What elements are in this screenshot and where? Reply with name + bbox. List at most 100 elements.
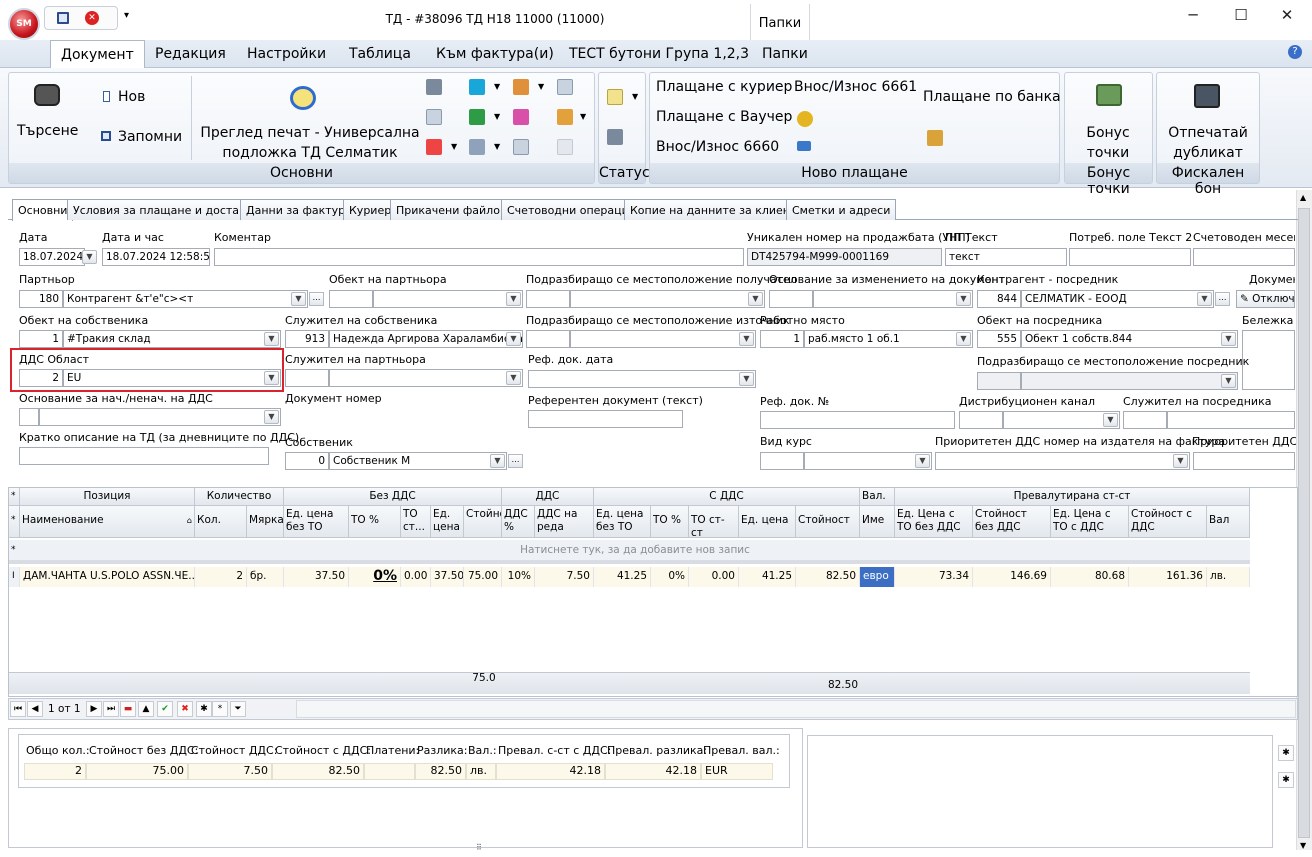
cell-vat-line[interactable]: 7.50 <box>535 567 594 587</box>
grid-corner[interactable]: * <box>9 506 20 538</box>
minimize-button[interactable]: ─ <box>1178 6 1208 26</box>
partner-object-field[interactable] <box>373 290 523 308</box>
reason-dropdown-icon[interactable]: ▼ <box>956 292 971 306</box>
ref-date-dropdown-icon[interactable]: ▼ <box>739 372 754 386</box>
menu-document[interactable]: Документ <box>50 40 145 69</box>
reason-field[interactable] <box>813 290 973 308</box>
partner-employee-dropdown-icon[interactable]: ▼ <box>506 371 521 385</box>
partner-field[interactable]: Контрагент &т'е"с><т <box>63 290 308 308</box>
bank-icon[interactable] <box>927 130 943 146</box>
mark-all-button[interactable]: * <box>212 701 228 717</box>
tab-invoice-data[interactable]: Данни за фактура <box>240 199 358 220</box>
copy-dropdown-icon[interactable]: ▼ <box>494 112 500 121</box>
filter-icon[interactable]: ⏷ <box>230 701 246 717</box>
save-button[interactable]: Запомни <box>118 129 182 145</box>
distribution-code-field[interactable] <box>959 411 1003 429</box>
cell-conv-value-no-vat[interactable]: 146.69 <box>973 567 1051 587</box>
vat-reason-dropdown-icon[interactable]: ▼ <box>264 410 279 424</box>
col-unit[interactable]: Мярка <box>247 506 284 538</box>
ref-date-field[interactable] <box>528 370 756 388</box>
mediator-code-field[interactable]: 844 <box>977 290 1021 308</box>
mediator-object-dropdown-icon[interactable]: ▼ <box>1221 332 1236 346</box>
col-name[interactable]: Наименование ⌂ <box>20 506 195 538</box>
inout-6660-button[interactable]: Внос/Износ 6660 <box>656 139 779 155</box>
cell-discount-amount[interactable]: 0.00 <box>401 567 431 587</box>
workplace-code-field[interactable]: 1 <box>760 330 804 348</box>
last-record-button[interactable]: ⏭ <box>103 701 119 717</box>
notes-panel[interactable] <box>807 735 1273 848</box>
tab-attachments[interactable]: Прикачени файлове <box>390 199 520 220</box>
col-value[interactable]: Стойност <box>464 506 502 538</box>
printer-icon[interactable] <box>426 79 442 95</box>
doc-lines-icon[interactable] <box>557 79 573 95</box>
scroll-thumb[interactable] <box>1298 208 1310 838</box>
partner-employee-code-field[interactable] <box>285 369 329 387</box>
col-discount-pct[interactable]: ТО % <box>349 506 401 538</box>
cell-value[interactable]: 75.00 <box>464 567 502 587</box>
gift-dropdown-icon[interactable]: ▼ <box>580 112 586 121</box>
grid-hscroll[interactable] <box>296 700 1296 718</box>
pack-dropdown-icon[interactable]: ▼ <box>538 82 544 91</box>
sub-loc-recv-dropdown-icon[interactable]: ▼ <box>748 292 763 306</box>
partner-object-dropdown-icon[interactable]: ▼ <box>506 292 521 306</box>
tab-payment-delivery[interactable]: Условия за плащане и доставка <box>67 199 265 220</box>
coins-icon[interactable] <box>797 111 813 127</box>
cell-qty[interactable]: 2 <box>195 567 247 587</box>
short-desc-field[interactable] <box>19 447 269 465</box>
zoom-dropdown-icon[interactable]: ▼ <box>494 142 500 151</box>
col-currency-name[interactable]: Име <box>860 506 895 538</box>
mediator-field[interactable]: СЕЛМАТИК - ЕООД <box>1021 290 1214 308</box>
tab-main[interactable]: Основни <box>12 199 74 221</box>
sub-loc-src-dropdown-icon[interactable]: ▼ <box>739 332 754 346</box>
owner-code-field[interactable]: 0 <box>285 452 329 470</box>
menu-test-buttons[interactable]: ТЕСТ бутони Група 1,2,3 <box>559 40 759 68</box>
next-record-button[interactable]: ▶ <box>86 701 102 717</box>
partner-code-field[interactable]: 180 <box>19 290 63 308</box>
menu-settings[interactable]: Настройки <box>237 40 336 68</box>
mark-button[interactable]: ✱ <box>196 701 212 717</box>
col-discount-pct-vat[interactable]: ТО % <box>651 506 689 538</box>
rate-kind-field[interactable] <box>804 452 932 470</box>
col-unit-price-vat[interactable]: Ед. цена <box>739 506 796 538</box>
cell-conv-unit-no-vat[interactable]: 73.34 <box>895 567 973 587</box>
col-conv-unit-vat[interactable]: Ед. Цена с ТО с ДДС <box>1051 506 1129 538</box>
sub-loc-recv-code-field[interactable] <box>526 290 570 308</box>
col-conv-unit-no-vat[interactable]: Ед. Цена с ТО без ДДС <box>895 506 973 538</box>
partner-dropdown-icon[interactable]: ▼ <box>291 292 306 306</box>
own-object-field[interactable]: #Тракия склад <box>63 330 281 348</box>
up-record-button[interactable]: ▲ <box>138 701 154 717</box>
menu-folders[interactable]: Папки <box>752 40 818 68</box>
own-object-code-field[interactable]: 1 <box>19 330 63 348</box>
pp-text-field[interactable]: текст <box>945 248 1067 266</box>
bottom-splitter-icon[interactable]: ⠿ <box>476 843 482 852</box>
cell-name[interactable]: ДАМ.ЧАНТА U.S.POLO ASSN.ЧЕ... <box>20 567 195 587</box>
help-icon[interactable]: ? <box>1288 45 1302 59</box>
own-object-dropdown-icon[interactable]: ▼ <box>264 332 279 346</box>
reason-code-field[interactable] <box>769 290 813 308</box>
vat-area-field[interactable]: EU <box>63 369 281 387</box>
pay-courier-button[interactable]: Плащане с куриер <box>656 79 792 95</box>
mediator-dropdown-icon[interactable]: ▼ <box>1197 292 1212 306</box>
date-field[interactable]: 18.07.2024 <box>19 248 85 266</box>
new-button[interactable]: Нов <box>118 89 145 105</box>
search-button[interactable]: Търсене <box>17 123 78 139</box>
vat-area-dropdown-icon[interactable]: ▼ <box>264 371 279 385</box>
owner-browse-button[interactable]: … <box>508 454 523 468</box>
tab-accounting-ops[interactable]: Счетоводни операции <box>501 199 642 220</box>
scroll-down-icon[interactable]: ▼ <box>1300 841 1306 850</box>
distribution-dropdown-icon[interactable]: ▼ <box>1103 413 1118 427</box>
menu-edit[interactable]: Редакция <box>145 40 236 68</box>
col-conv-currency[interactable]: Вал <box>1207 506 1250 538</box>
cell-unit[interactable]: бр. <box>247 567 284 587</box>
prev-record-button[interactable]: ◀ <box>27 701 43 717</box>
status2-icon[interactable] <box>607 129 623 145</box>
gift2-icon[interactable] <box>557 109 573 125</box>
col-conv-value-no-vat[interactable]: Стойност без ДДС <box>973 506 1051 538</box>
unlock-button[interactable]: ✎ Отключ <box>1236 290 1295 308</box>
delete-record-button[interactable]: ▬ <box>120 701 136 717</box>
cell-discount-pct[interactable]: 0% <box>349 567 401 587</box>
cell-discount-pct-vat[interactable]: 0% <box>651 567 689 587</box>
own-employee-dropdown-icon[interactable]: ▼ <box>506 332 521 346</box>
cell-conv-value-vat[interactable]: 161.36 <box>1129 567 1207 587</box>
side-mark-button[interactable]: ✱ <box>1278 745 1294 761</box>
